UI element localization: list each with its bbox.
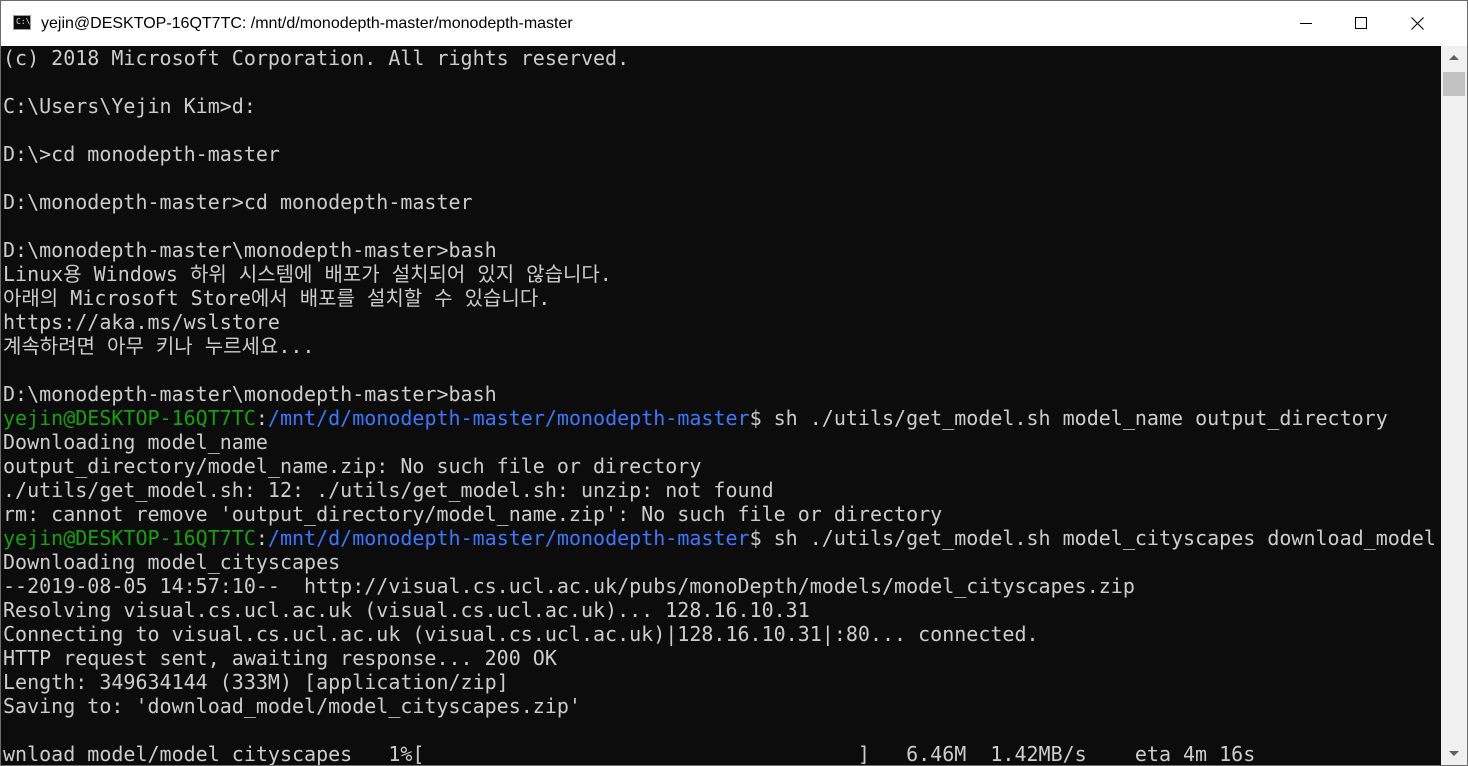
console-line: Downloading model_name (3, 430, 268, 454)
console-line: Length: 349634144 (333M) [application/zi… (3, 670, 509, 694)
prompt-user: yejin@DESKTOP-16QT7TC (3, 406, 256, 430)
prompt-separator: : (255, 526, 268, 550)
console-line: Saving to: 'download_model/model_citysca… (3, 694, 581, 718)
prompt-command: $ sh ./utils/get_model.sh model_cityscap… (749, 526, 1436, 550)
console-line: Connecting to visual.cs.ucl.ac.uk (visua… (3, 622, 1039, 646)
console-output[interactable]: (c) 2018 Microsoft Corporation. All righ… (1, 46, 1441, 765)
console-app-icon[interactable]: C:\ (13, 15, 31, 30)
console-line: Resolving visual.cs.ucl.ac.uk (visual.cs… (3, 598, 810, 622)
vertical-scrollbar[interactable] (1441, 46, 1467, 765)
maximize-button[interactable] (1338, 1, 1384, 46)
console-line: D:\monodepth-master\monodepth-master>bas… (3, 382, 497, 406)
console-line: ./utils/get_model.sh: 12: ./utils/get_mo… (3, 478, 774, 502)
prompt-separator: : (255, 406, 268, 430)
scroll-down-arrow-icon[interactable] (1441, 741, 1467, 765)
console-line: (c) 2018 Microsoft Corporation. All righ… (3, 46, 630, 70)
console-line: wnload_model/model_cityscapes 1%[ ] 6.46… (3, 742, 1256, 765)
console-line: 계속하려면 아무 키나 누르세요... (3, 334, 315, 358)
console-line: yejin@DESKTOP-16QT7TC:/mnt/d/monodepth-m… (3, 406, 1388, 430)
prompt-user: yejin@DESKTOP-16QT7TC (3, 526, 256, 550)
console-line: D:\monodepth-master\monodepth-master>bas… (3, 238, 497, 262)
console-line: yejin@DESKTOP-16QT7TC:/mnt/d/monodepth-m… (3, 526, 1436, 550)
title-bar[interactable]: C:\ yejin@DESKTOP-16QT7TC: /mnt/d/monode… (1, 1, 1467, 46)
scroll-thumb[interactable] (1443, 72, 1465, 96)
minimize-button[interactable] (1283, 1, 1329, 46)
console-line: C:\Users\Yejin Kim>d: (3, 94, 256, 118)
console-line: rm: cannot remove 'output_directory/mode… (3, 502, 943, 526)
console-line: output_directory/model_name.zip: No such… (3, 454, 702, 478)
console-line: Downloading model_cityscapes (3, 550, 341, 574)
console-line: https://aka.ms/wslstore (3, 310, 280, 334)
close-button[interactable] (1394, 1, 1440, 46)
console-line: --2019-08-05 14:57:10-- http://visual.cs… (3, 574, 1135, 598)
scroll-up-arrow-icon[interactable] (1441, 46, 1467, 70)
console-line: Linux용 Windows 하위 시스템에 배포가 설치되어 있지 않습니다. (3, 262, 612, 286)
console-line: D:\monodepth-master>cd monodepth-master (3, 190, 473, 214)
console-window: C:\ yejin@DESKTOP-16QT7TC: /mnt/d/monode… (0, 0, 1468, 766)
console-app-icon-glyph: C:\ (16, 17, 31, 26)
window-title: yejin@DESKTOP-16QT7TC: /mnt/d/monodepth-… (41, 15, 573, 32)
console-line: HTTP request sent, awaiting response... … (3, 646, 557, 670)
console-line: 아래의 Microsoft Store에서 배포를 설치할 수 있습니다. (3, 286, 551, 310)
close-icon (1411, 17, 1424, 30)
prompt-command: $ sh ./utils/get_model.sh model_name out… (749, 406, 1388, 430)
prompt-path: /mnt/d/monodepth-master/monodepth-master (267, 526, 750, 550)
prompt-path: /mnt/d/monodepth-master/monodepth-master (267, 406, 750, 430)
console-line: D:\>cd monodepth-master (3, 142, 280, 166)
